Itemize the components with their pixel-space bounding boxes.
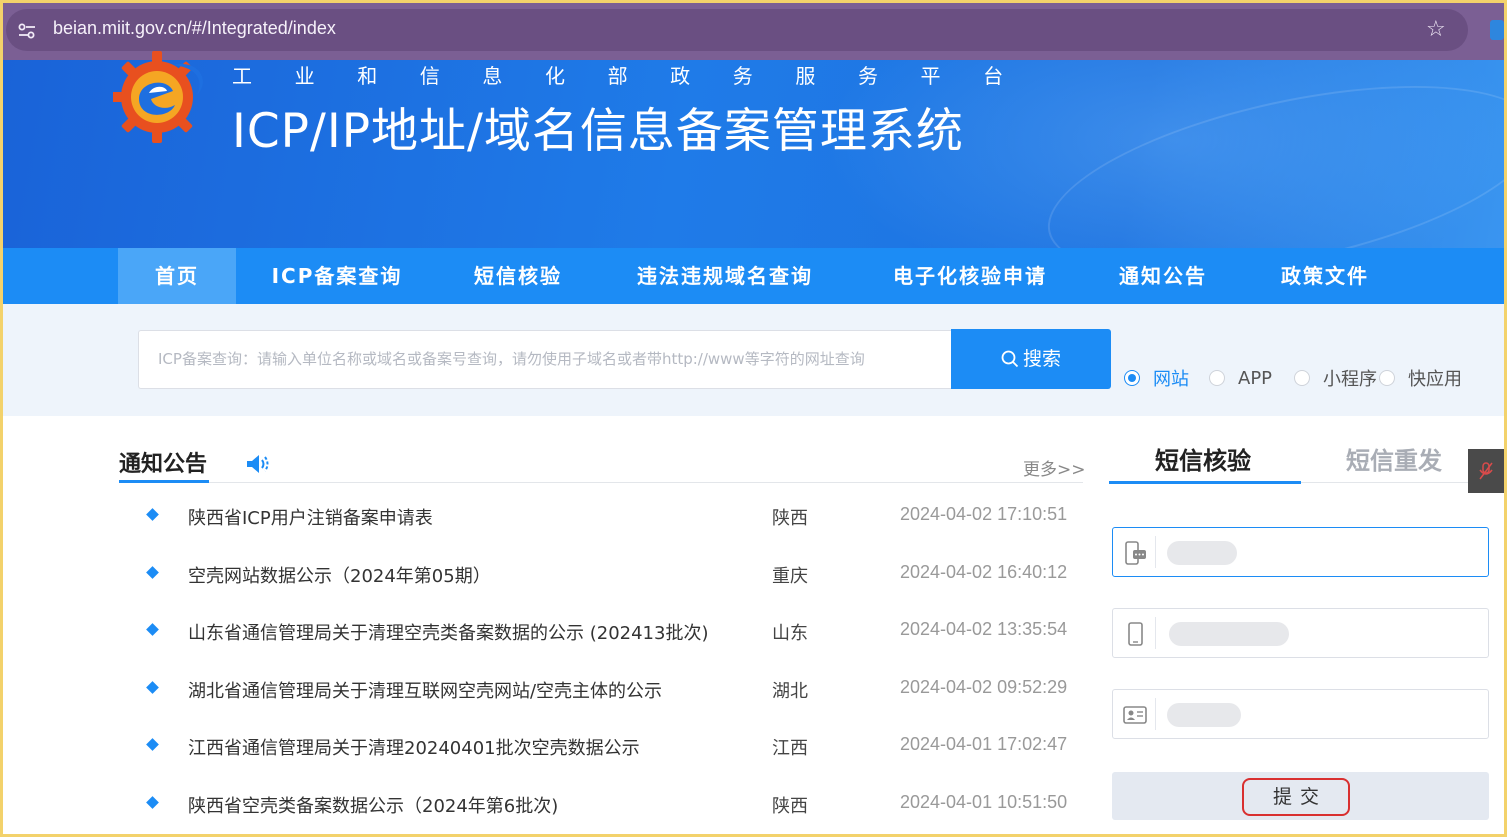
star-icon[interactable]: ☆ (1426, 17, 1446, 42)
radio-quick-app[interactable]: 快应用 (1379, 366, 1462, 390)
bullet-icon (146, 796, 159, 809)
more-link[interactable]: 更多>> (1023, 455, 1086, 480)
radio-dot (1124, 370, 1140, 386)
nav-item-icp-query[interactable]: ICP备案查询 (246, 248, 428, 304)
bullet-icon (146, 566, 159, 579)
tune-icon[interactable] (16, 20, 38, 42)
radio-dot (1294, 370, 1310, 386)
bullet-icon (146, 623, 159, 636)
search-button-label: 搜索 (1022, 348, 1061, 370)
notice-row[interactable]: 山东省通信管理局关于清理空壳类备案数据的公示 (202413批次) 山东 202… (119, 612, 1083, 652)
browser-address-bar: beian.miit.gov.cn/#/Integrated/index ☆ (0, 0, 1507, 60)
notice-row[interactable]: 江西省通信管理局关于清理20240401批次空壳数据公示 江西 2024-04-… (119, 727, 1083, 767)
notices-heading: 通知公告 (119, 452, 208, 477)
heading-underline (119, 480, 209, 483)
bullet-icon (146, 738, 159, 751)
phone-input[interactable] (1163, 611, 1483, 655)
phone-field[interactable] (1112, 608, 1489, 658)
radio-website[interactable]: 网站 (1124, 366, 1189, 390)
id-card-field[interactable] (1112, 689, 1489, 739)
phone-icon (1128, 622, 1143, 646)
nav-item-policy[interactable]: 政策文件 (1265, 248, 1385, 304)
notice-row[interactable]: 陕西省ICP用户注销备案申请表 陕西 2024-04-02 17:10:51 (119, 497, 1083, 537)
bullet-icon (146, 681, 159, 694)
sms-code-field[interactable] (1112, 527, 1489, 577)
mic-off-icon (1479, 462, 1493, 480)
radio-app[interactable]: APP (1209, 366, 1272, 390)
gear-logo-icon (113, 51, 203, 143)
active-tab-indicator (1109, 481, 1301, 484)
sms-message-icon (1125, 541, 1146, 565)
extension-icon[interactable] (1490, 20, 1504, 40)
ministry-subtitle: 工业和信息化部政务服务平台 (232, 64, 1004, 88)
nav-item-notices[interactable]: 通知公告 (1103, 248, 1223, 304)
url-text[interactable]: beian.miit.gov.cn/#/Integrated/index (53, 18, 336, 39)
speaker-icon (247, 455, 269, 473)
page-title: ICP/IP地址/域名信息备案管理系统 (232, 104, 964, 159)
radio-mini-program[interactable]: 小程序 (1294, 366, 1377, 390)
bullet-icon (146, 508, 159, 521)
radio-dot (1209, 370, 1225, 386)
search-icon (1001, 350, 1019, 368)
id-card-input[interactable] (1163, 692, 1483, 736)
notice-row[interactable]: 湖北省通信管理局关于清理互联网空壳网站/空壳主体的公示 湖北 2024-04-0… (119, 670, 1083, 710)
search-button[interactable]: 搜索 (951, 329, 1111, 389)
divider (119, 482, 1083, 483)
tab-sms-resend[interactable]: 短信重发 (1346, 441, 1442, 476)
sms-code-input[interactable] (1163, 530, 1483, 574)
main-nav: 首页 ICP备案查询 短信核验 违法违规域名查询 电子化核验申请 通知公告 政策… (3, 248, 1504, 304)
id-card-icon (1123, 706, 1147, 724)
nav-item-sms-verify[interactable]: 短信核验 (451, 248, 585, 304)
nav-item-illegal-domain[interactable]: 违法违规域名查询 (623, 248, 827, 304)
radio-dot (1379, 370, 1395, 386)
submit-button-label[interactable]: 提交 (1242, 778, 1350, 816)
notice-row[interactable]: 陕西省空壳类备案数据公示（2024年第6批次) 陕西 2024-04-01 10… (119, 785, 1083, 825)
side-toolbar[interactable] (1468, 449, 1504, 493)
search-input[interactable]: ICP备案查询：请输入单位名称或域名或备案号查询，请勿使用子域名或者带http:… (138, 330, 951, 389)
nav-item-home[interactable]: 首页 (118, 248, 236, 304)
notice-row[interactable]: 空壳网站数据公示（2024年第05期） 重庆 2024-04-02 16:40:… (119, 555, 1083, 595)
tab-sms-verify[interactable]: 短信核验 (1155, 441, 1251, 476)
nav-item-e-verify[interactable]: 电子化核验申请 (875, 248, 1065, 304)
